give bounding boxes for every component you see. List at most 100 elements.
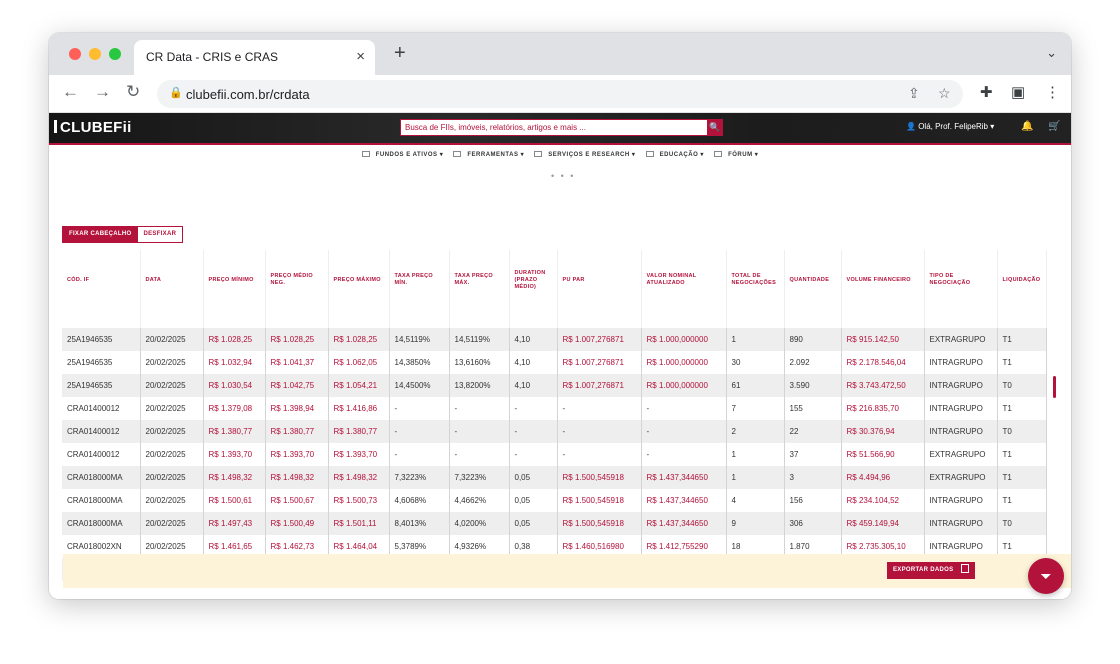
table-cell: R$ 1.379,08	[203, 397, 266, 420]
unpin-header-button[interactable]: DESFIXAR	[137, 227, 183, 242]
table-cell: R$ 915.142,50	[841, 328, 925, 351]
table-cell: R$ 234.104,52	[841, 489, 925, 512]
table-cell: R$ 1.393,70	[203, 443, 266, 466]
forward-icon[interactable]: →	[94, 82, 111, 102]
column-header[interactable]: PREÇO MÍNIMO	[203, 250, 266, 328]
pin-header-button[interactable]: FIXAR CABEÇALHO	[63, 227, 138, 242]
site-search-input[interactable]: Busca de FIIs, imóveis, relatórios, arti…	[400, 119, 723, 136]
nav-item-servicos[interactable]: SERVIÇOS E RESEARCH ▾	[534, 151, 635, 158]
site-header: CLUBEFii Busca de FIIs, imóveis, relatór…	[49, 113, 1071, 145]
table-cell: -	[389, 443, 450, 466]
table-cell: R$ 1.041,37	[265, 351, 329, 374]
column-header[interactable]: DURATION (PRAZO MÉDIO)	[509, 250, 558, 328]
table-row: CRA01400012 20/02/2025 R$ 1.393,70 R$ 1.393…	[62, 443, 1047, 466]
table-cell: CRA018000MA	[62, 489, 141, 512]
column-header[interactable]: PU PAR	[557, 250, 642, 328]
table-cell: R$ 1.030,54	[203, 374, 266, 397]
table-cell: 13,8200%	[449, 374, 510, 397]
column-header[interactable]: LIQUIDAÇÃO	[997, 250, 1047, 328]
column-header[interactable]: VOLUME FINANCEIRO	[841, 250, 925, 328]
browser-menu-icon[interactable]: ⋮	[1045, 83, 1060, 101]
table-cell: 20/02/2025	[140, 466, 204, 489]
clubefii-logo[interactable]: CLUBEFii	[54, 119, 132, 136]
search-icon[interactable]: 🔍	[707, 119, 723, 136]
search-placeholder: Busca de FIIs, imóveis, relatórios, arti…	[405, 123, 586, 132]
table-cell: T0	[997, 420, 1047, 443]
user-greeting: Olá, Prof. FelipeRib	[918, 122, 988, 131]
share-icon[interactable]: ⇪	[908, 85, 920, 102]
column-header[interactable]: TAXA PREÇO MÁX.	[449, 250, 510, 328]
table-cell: INTRAGRUPO	[924, 397, 998, 420]
side-panel-icon[interactable]: ▣	[1011, 83, 1025, 101]
scrollbar-thumb[interactable]	[1053, 376, 1056, 398]
export-data-button[interactable]: EXPORTAR DADOS	[887, 562, 976, 579]
table-cell: R$ 1.000,000000	[641, 351, 727, 374]
table-row: CRA018000MA 20/02/2025 R$ 1.500,61 R$ 1.500…	[62, 489, 1047, 512]
browser-toolbar: ← → ↻ 🔒 clubefii.com.br/crdata ⇪ ☆ ✚ ▣ ⋮	[49, 75, 1071, 113]
maximize-window-button[interactable]	[109, 48, 121, 60]
column-header[interactable]: TOTAL DE NEGOCIAÇÕES	[726, 250, 785, 328]
table-cell: INTRAGRUPO	[924, 351, 998, 374]
table-cell: CRA01400012	[62, 443, 141, 466]
logo-text: CLUBEFii	[60, 119, 132, 136]
table-cell: 2	[726, 420, 785, 443]
table-cell: 4,4662%	[449, 489, 510, 512]
table-cell: 0,05	[509, 512, 558, 535]
table-cell: 9	[726, 512, 785, 535]
filter-button[interactable]: ⏷	[1028, 558, 1064, 594]
table-cell: 37	[784, 443, 842, 466]
column-header[interactable]: DATA	[140, 250, 204, 328]
table-cell: 61	[726, 374, 785, 397]
header-pin-toggle: FIXAR CABEÇALHO DESFIXAR	[62, 226, 184, 243]
nav-item-educacao[interactable]: EDUCAÇÃO ▾	[645, 151, 704, 158]
table-cell: 14,5119%	[389, 328, 450, 351]
column-header[interactable]: PREÇO MÁXIMO	[328, 250, 390, 328]
table-header-row: CÓD. IF DATA PREÇO MÍNIMO PREÇO MÉDIO NEG. P…	[62, 250, 1047, 328]
column-header[interactable]: TIPO DE NEGOCIAÇÃO	[924, 250, 998, 328]
column-header[interactable]: VALOR NOMINAL ATUALIZADO	[641, 250, 727, 328]
table-cell: 22	[784, 420, 842, 443]
toolbox-icon	[453, 151, 462, 157]
table-cell: R$ 1.042,75	[265, 374, 329, 397]
footer-bar: EXPORTAR DADOS	[63, 554, 1071, 588]
cart-icon[interactable]: 🛒	[1048, 121, 1060, 132]
tab-search-icon[interactable]: ⌄	[1046, 45, 1057, 61]
new-tab-button[interactable]: +	[394, 42, 406, 65]
table-cell: INTRAGRUPO	[924, 489, 998, 512]
active-tab[interactable]: CR Data - CRIS e CRAS ×	[134, 40, 375, 75]
table-cell: R$ 1.500,49	[265, 512, 329, 535]
bell-icon[interactable]: 🔔	[1021, 121, 1033, 132]
table-cell: R$ 2.178.546,04	[841, 351, 925, 374]
tab-title: CR Data - CRIS e CRAS	[146, 50, 279, 64]
back-icon[interactable]: ←	[62, 82, 79, 102]
close-window-button[interactable]	[69, 48, 81, 60]
column-header[interactable]: PREÇO MÉDIO NEG.	[265, 250, 329, 328]
nav-item-forum[interactable]: FÓRUM ▾	[714, 151, 758, 158]
table-cell: R$ 1.380,77	[265, 420, 329, 443]
table-cell: 14,5119%	[449, 328, 510, 351]
table-cell: 14,3850%	[389, 351, 450, 374]
table-cell: 7,3223%	[449, 466, 510, 489]
table-row: 25A1946535 20/02/2025 R$ 1.028,25 R$ 1.028,…	[62, 328, 1047, 351]
table-cell: EXTRAGRUPO	[924, 443, 998, 466]
column-header[interactable]: TAXA PREÇO MÍN.	[389, 250, 450, 328]
minimize-window-button[interactable]	[89, 48, 101, 60]
column-header[interactable]: QUANTIDADE	[784, 250, 842, 328]
table-cell: EXTRAGRUPO	[924, 466, 998, 489]
reload-icon[interactable]: ↻	[126, 82, 140, 102]
user-menu[interactable]: 👤 Olá, Prof. FelipeRib ▾	[906, 122, 994, 131]
tab-close-icon[interactable]: ×	[356, 48, 365, 65]
address-bar[interactable]: 🔒 clubefii.com.br/crdata ⇪ ☆	[157, 80, 963, 108]
nav-item-fundos[interactable]: FUNDOS E ATIVOS ▾	[361, 151, 444, 158]
table-cell: R$ 1.007,276871	[557, 374, 642, 397]
table-cell: 20/02/2025	[140, 512, 204, 535]
chevron-down-icon: ▾	[990, 122, 995, 131]
extensions-icon[interactable]: ✚	[980, 83, 993, 101]
column-header[interactable]: CÓD. IF	[62, 250, 141, 328]
bookmark-star-icon[interactable]: ☆	[938, 85, 951, 102]
nav-item-ferramentas[interactable]: FERRAMENTAS ▾	[453, 151, 524, 158]
table-cell: R$ 30.376,94	[841, 420, 925, 443]
site-nav-menu: FUNDOS E ATIVOS ▾ FERRAMENTAS ▾ SERVIÇOS…	[49, 151, 1071, 165]
table-cell: -	[509, 443, 558, 466]
url-text[interactable]: clubefii.com.br/crdata	[186, 87, 310, 102]
